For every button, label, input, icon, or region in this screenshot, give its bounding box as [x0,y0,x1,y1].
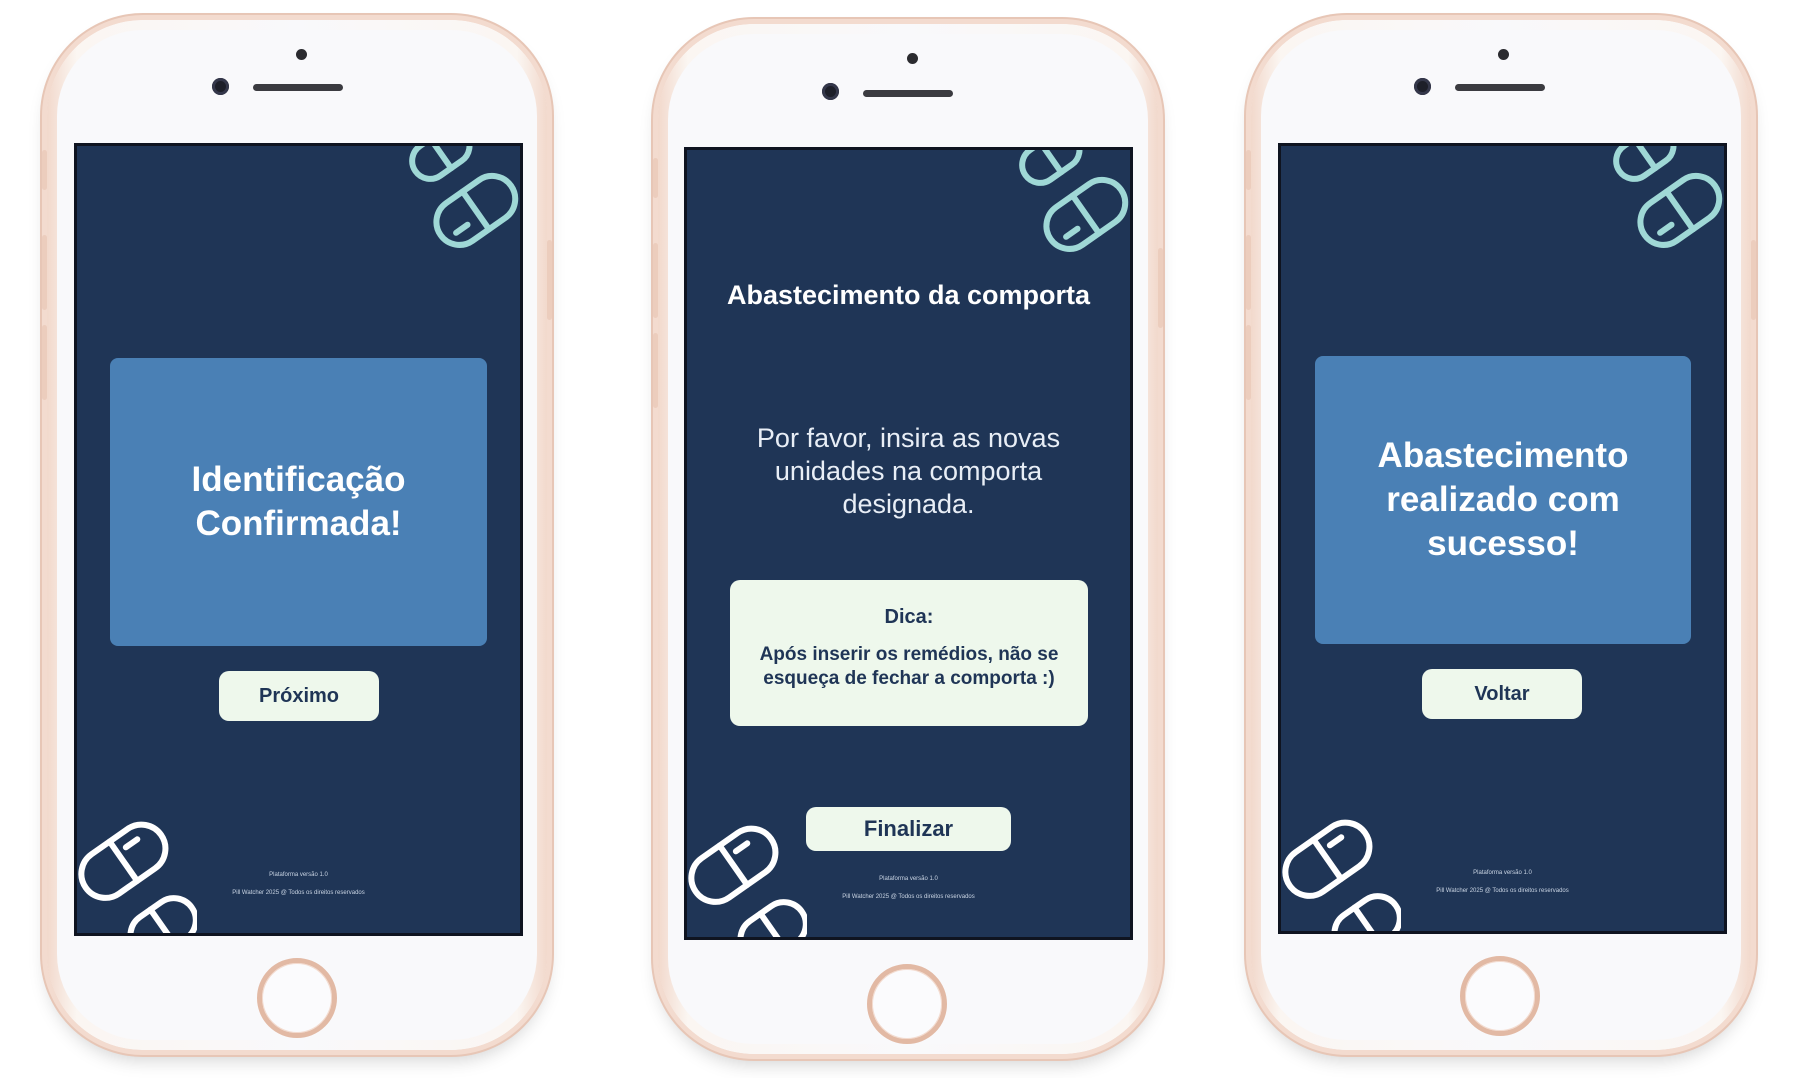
front-camera-icon [1414,78,1431,95]
front-sensor [296,49,307,60]
tip-box: Dica: Após inserir os remédios, não se e… [730,580,1088,726]
footer-copyright: Pill Watcher 2025 @ Todos os direitos re… [1436,888,1569,894]
phone-frame-2: Abastecimento da comporta Por favor, ins… [653,24,1163,1054]
page-title: Abastecimento da comporta [726,280,1091,310]
tip-heading: Dica: [884,606,934,628]
front-sensor [907,53,918,64]
pill-icon [1282,819,1401,931]
tip-text: Após inserir os remédios, não se esqueça… [759,644,1059,689]
side-button [1158,248,1163,328]
pill-icon [409,146,519,248]
finish-button[interactable]: Finalizar [806,807,1011,851]
footer-version: Plataforma versão 1.0 [879,876,938,882]
side-button [653,158,658,198]
side-button [42,150,47,190]
next-button[interactable]: Próximo [219,671,379,721]
side-button [42,235,47,310]
footer-copyright: Pill Watcher 2025 @ Todos os direitos re… [232,890,365,896]
screen-identification: Identificação Confirmada! Próximo Plataf… [77,146,520,933]
earpiece-speaker [1455,84,1545,91]
front-camera-icon [822,83,839,100]
side-button [653,243,658,318]
side-button [1246,235,1251,310]
side-button [653,333,658,408]
side-button [1751,240,1756,320]
side-button [547,240,552,320]
success-card: Abastecimento realizado com sucesso! [1315,356,1691,644]
footer-version: Plataforma versão 1.0 [269,872,328,878]
back-button[interactable]: Voltar [1422,669,1582,719]
screen-refill-success: Abastecimento realizado com sucesso! Vol… [1281,146,1724,931]
card-title: Abastecimento realizado com sucesso! [1377,436,1629,563]
phone-frame-1: Identificação Confirmada! Próximo Plataf… [42,20,552,1050]
footer-version: Plataforma versão 1.0 [1473,870,1532,876]
instruction-text: Por favor, insira as novas unidades na c… [756,423,1061,519]
pill-icon [688,825,807,937]
pill-icon [1019,150,1129,252]
side-button [1246,325,1251,400]
home-button-icon[interactable] [867,964,947,1044]
home-button-icon[interactable] [1460,956,1540,1036]
confirmation-card: Identificação Confirmada! [110,358,487,646]
front-camera-icon [212,78,229,95]
front-sensor [1498,49,1509,60]
footer-copyright: Pill Watcher 2025 @ Todos os direitos re… [842,894,975,900]
earpiece-speaker [863,90,953,97]
side-button [42,325,47,400]
screen-refill-instructions: Abastecimento da comporta Por favor, ins… [687,150,1130,937]
phone-frame-3: Abastecimento realizado com sucesso! Vol… [1246,20,1756,1050]
pill-icon [78,821,197,933]
home-button-icon[interactable] [257,958,337,1038]
earpiece-speaker [253,84,343,91]
side-button [1246,150,1251,190]
card-title: Identificação Confirmada! [191,460,406,543]
pill-icon [1613,146,1723,248]
